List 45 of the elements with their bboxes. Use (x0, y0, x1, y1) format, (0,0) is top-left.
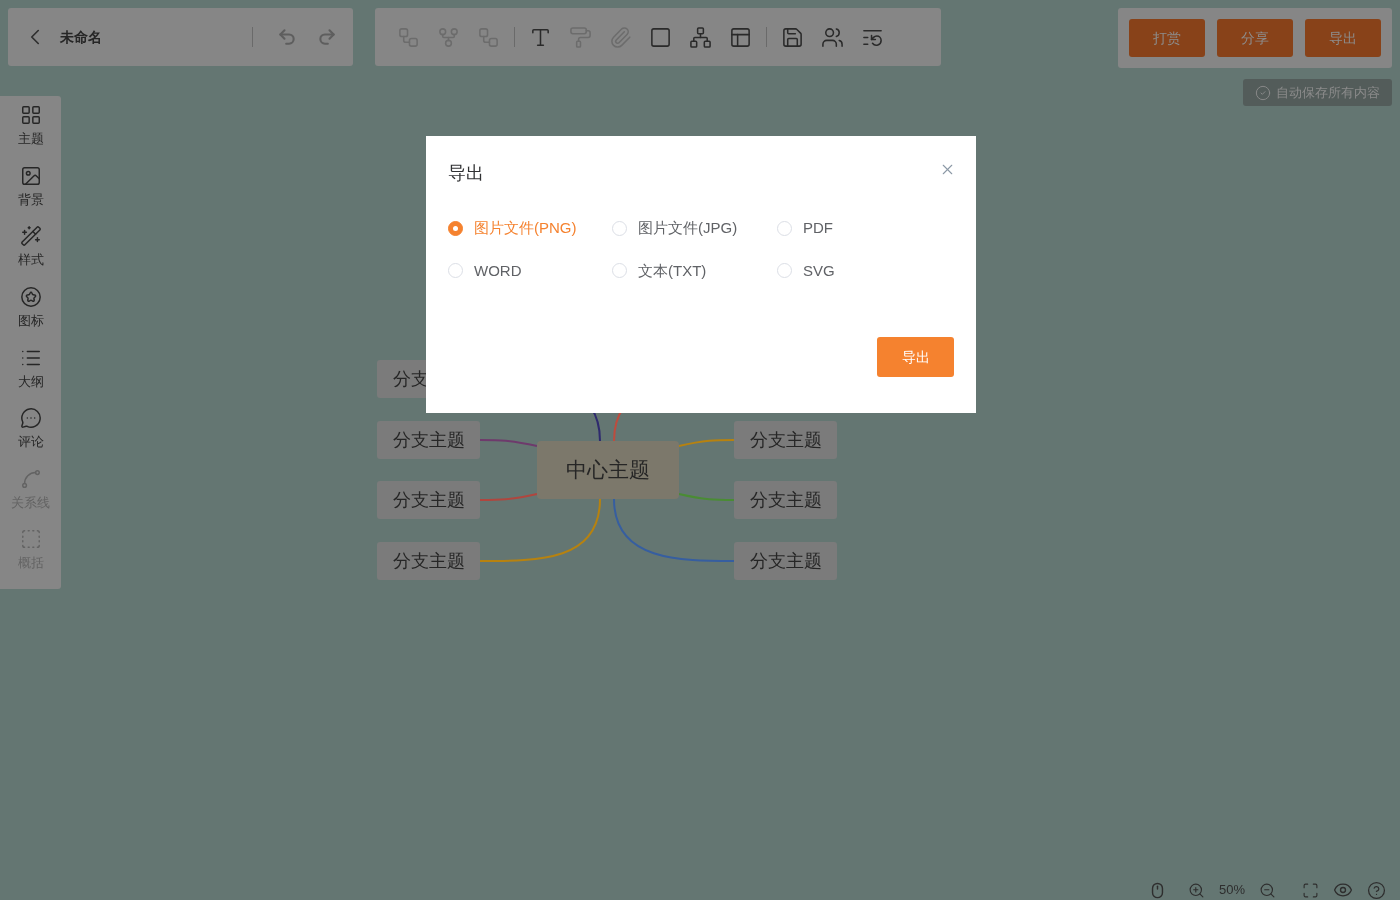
document-title[interactable]: 未命名 (60, 26, 102, 48)
format-radio[interactable]: 图片文件(JPG) (612, 217, 777, 240)
check-icon (1255, 84, 1271, 101)
comment-icon (19, 407, 42, 430)
branch-node[interactable]: 分支主题 (734, 421, 837, 459)
zoom-out-icon[interactable] (1259, 881, 1276, 899)
wand-icon (19, 225, 42, 248)
action-button[interactable]: 分享 (1217, 19, 1293, 57)
format-radio[interactable]: 文本(TXT) (612, 259, 777, 282)
branch-node[interactable]: 分支主题 (377, 421, 480, 459)
zoom-level: 50% (1218, 881, 1245, 900)
action-button[interactable]: 打赏 (1129, 19, 1205, 57)
sidebar-item[interactable]: 大纲 (17, 346, 44, 408)
undo-icon[interactable] (277, 27, 297, 47)
branch-node[interactable]: 分支主题 (377, 481, 480, 519)
square-icon[interactable] (649, 25, 672, 49)
export-button[interactable]: 导出 (877, 337, 954, 377)
dialog-title: 导出 (448, 162, 484, 185)
sidebar-item[interactable]: 背景 (17, 164, 44, 226)
theme-icon (19, 104, 42, 126)
central-node[interactable]: 中心主题 (537, 441, 679, 499)
redo-icon[interactable] (317, 27, 337, 47)
zoom-in-icon[interactable] (1187, 881, 1205, 899)
sidebar-item[interactable]: 图标 (17, 285, 44, 347)
sidebar-item[interactable]: 样式 (17, 225, 44, 286)
action-button[interactable]: 导出 (1305, 19, 1381, 57)
image-icon (19, 164, 42, 187)
branch-node[interactable]: 分支主题 (377, 542, 480, 580)
format-radio[interactable]: PDF (777, 217, 937, 240)
curve-icon (19, 467, 42, 490)
summary-icon (19, 528, 42, 551)
sidebar-item[interactable]: 评论 (17, 407, 44, 468)
branch-node[interactable]: 分支主题 (734, 481, 837, 519)
format-radio[interactable]: WORD (448, 259, 612, 282)
format-radio[interactable]: SVG (777, 259, 937, 282)
layout-icon[interactable] (729, 25, 752, 49)
star-circle-icon (19, 285, 42, 308)
format-radio[interactable]: 图片文件(PNG) (448, 217, 612, 240)
help-icon[interactable] (1367, 880, 1386, 900)
save-icon[interactable] (781, 25, 804, 49)
sidebar-item[interactable]: 主题 (17, 104, 44, 165)
branch-node[interactable]: 分支主题 (734, 542, 837, 580)
people-icon[interactable] (821, 25, 844, 49)
fullscreen-icon[interactable] (1302, 881, 1319, 899)
structure-icon[interactable] (689, 25, 712, 49)
